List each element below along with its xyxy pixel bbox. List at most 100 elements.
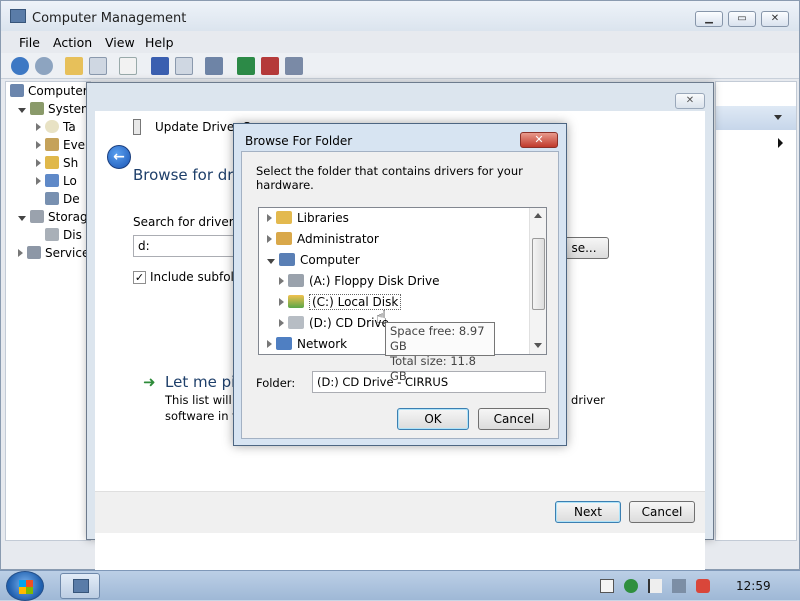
tree-item-computer[interactable]: Computer bbox=[267, 250, 537, 270]
floppy-icon bbox=[288, 274, 304, 287]
wizard-heading: Browse for driv bbox=[133, 166, 247, 184]
wizard-close-button[interactable]: ✕ bbox=[675, 93, 705, 109]
ok-button[interactable]: OK bbox=[397, 408, 469, 430]
scroll-up-icon[interactable] bbox=[534, 213, 542, 218]
up-folder-icon[interactable] bbox=[65, 57, 83, 75]
let-me-pick-link[interactable]: Let me pic bbox=[165, 373, 244, 391]
tree-item-event-viewer[interactable]: Eve bbox=[36, 138, 85, 152]
tree-item-task-scheduler[interactable]: Ta bbox=[36, 120, 76, 134]
scroll-down-icon[interactable] bbox=[534, 343, 542, 348]
tree-item-floppy[interactable]: (A:) Floppy Disk Drive bbox=[279, 271, 546, 291]
libraries-icon bbox=[276, 211, 292, 224]
tree-item-device-manager[interactable]: De bbox=[45, 192, 80, 206]
collapsed-icon[interactable] bbox=[279, 298, 284, 306]
computer-icon bbox=[279, 253, 295, 266]
menu-action[interactable]: Action bbox=[53, 35, 92, 50]
wizard-footer: Next Cancel bbox=[95, 491, 705, 533]
folder-label: Folder: bbox=[256, 376, 296, 390]
help-icon[interactable] bbox=[151, 57, 169, 75]
browse-cancel-button[interactable]: Cancel bbox=[478, 408, 550, 430]
expanded-icon[interactable] bbox=[18, 108, 26, 113]
collapsed-icon[interactable] bbox=[267, 214, 272, 222]
computer-management-icon bbox=[10, 9, 26, 23]
taskbar-item-computer-management[interactable] bbox=[60, 573, 100, 599]
tooltip-space-free: Space free: 8.97 GB bbox=[390, 324, 485, 353]
dialog-close-button[interactable]: ✕ bbox=[520, 132, 558, 148]
toolbar bbox=[1, 53, 799, 79]
dialog-title: Browse For Folder bbox=[245, 134, 353, 148]
arrow-right-icon: ➜ bbox=[143, 373, 156, 391]
maximize-button[interactable]: ▭ bbox=[728, 11, 756, 27]
network-icon bbox=[276, 337, 292, 350]
tree-item-local-disk[interactable]: (C:) Local Disk bbox=[279, 292, 546, 312]
clock-icon bbox=[45, 120, 59, 133]
tree-item-disk-management[interactable]: Dis bbox=[45, 228, 82, 242]
storage-icon bbox=[30, 210, 44, 223]
window-title: Computer Management bbox=[32, 11, 187, 26]
actions-header[interactable] bbox=[716, 106, 796, 130]
title-bar: Computer Management ▁ ▭ ✕ bbox=[1, 1, 799, 31]
drive-info-tooltip: Space free: 8.97 GB Total size: 11.8 GB bbox=[385, 322, 495, 383]
tree-item-computer[interactable]: Computer bbox=[10, 84, 88, 98]
tree-item-libraries[interactable]: Libraries bbox=[267, 208, 537, 228]
chevron-right-icon[interactable] bbox=[778, 138, 783, 148]
taskbar-clock[interactable]: 12:59 bbox=[736, 579, 771, 593]
collapsed-icon[interactable] bbox=[267, 340, 272, 348]
forward-arrow-icon[interactable] bbox=[35, 57, 53, 75]
scan-hardware-icon[interactable] bbox=[205, 57, 223, 75]
let-me-pick-desc-1: This list will s bbox=[165, 393, 242, 407]
expanded-icon[interactable] bbox=[267, 259, 275, 264]
properties-icon[interactable] bbox=[119, 57, 137, 75]
expanded-icon[interactable] bbox=[18, 216, 26, 221]
computer-management-icon bbox=[73, 579, 89, 593]
collapsed-icon[interactable] bbox=[36, 123, 41, 131]
back-arrow-icon[interactable] bbox=[11, 57, 29, 75]
menu-view[interactable]: View bbox=[105, 35, 135, 50]
include-subfolders-checkbox[interactable]: ✓ bbox=[133, 271, 146, 284]
network-status-icon[interactable] bbox=[672, 579, 686, 593]
collapsed-icon[interactable] bbox=[279, 319, 284, 327]
tree-item-shared-folders[interactable]: Sh bbox=[36, 156, 78, 170]
chevron-down-icon[interactable] bbox=[774, 115, 782, 120]
show-hide-tree-icon[interactable] bbox=[89, 57, 107, 75]
menu-help[interactable]: Help bbox=[145, 35, 174, 50]
action-pane-icon[interactable] bbox=[175, 57, 193, 75]
volume-muted-icon[interactable] bbox=[696, 579, 710, 593]
folder-tree-scrollbar[interactable] bbox=[529, 208, 546, 354]
collapsed-icon[interactable] bbox=[36, 141, 41, 149]
close-button[interactable]: ✕ bbox=[761, 11, 789, 27]
scroll-thumb[interactable] bbox=[532, 238, 545, 310]
tree-item-local-users[interactable]: Lo bbox=[36, 174, 77, 188]
security-icon[interactable] bbox=[624, 579, 638, 593]
tree-item-services[interactable]: Service bbox=[18, 246, 89, 260]
document-icon[interactable] bbox=[600, 579, 614, 593]
driver-path-input[interactable]: d: bbox=[133, 235, 243, 257]
collapsed-icon[interactable] bbox=[18, 249, 23, 257]
shared-folder-icon bbox=[45, 156, 59, 169]
collapsed-icon[interactable] bbox=[36, 159, 41, 167]
browse-for-folder-dialog: Browse For Folder ✕ Select the folder th… bbox=[233, 123, 567, 446]
console-tree: Computer System Ta Eve Sh Lo De Storag D… bbox=[5, 81, 93, 541]
collapsed-icon[interactable] bbox=[279, 277, 284, 285]
dialog-body: Select the folder that contains drivers … bbox=[241, 151, 559, 439]
tree-item-system[interactable]: System bbox=[18, 102, 93, 116]
cd-drive-icon bbox=[288, 316, 304, 329]
user-folder-icon bbox=[276, 232, 292, 245]
start-button[interactable] bbox=[6, 571, 44, 601]
device-manager-icon bbox=[45, 192, 59, 205]
collapsed-icon[interactable] bbox=[267, 235, 272, 243]
cancel-button[interactable]: Cancel bbox=[629, 501, 695, 523]
disable-device-icon[interactable] bbox=[261, 57, 279, 75]
tree-item-administrator[interactable]: Administrator bbox=[267, 229, 537, 249]
event-viewer-icon bbox=[45, 138, 59, 151]
back-arrow-icon[interactable]: ← bbox=[107, 145, 131, 169]
users-icon bbox=[45, 174, 59, 187]
update-driver-icon[interactable] bbox=[237, 57, 255, 75]
next-button[interactable]: Next bbox=[555, 501, 621, 523]
collapsed-icon[interactable] bbox=[36, 177, 41, 185]
uninstall-device-icon[interactable] bbox=[285, 57, 303, 75]
minimize-button[interactable]: ▁ bbox=[695, 11, 723, 27]
flag-icon[interactable] bbox=[648, 579, 662, 593]
tree-item-storage[interactable]: Storag bbox=[18, 210, 88, 224]
menu-file[interactable]: File bbox=[19, 35, 40, 50]
